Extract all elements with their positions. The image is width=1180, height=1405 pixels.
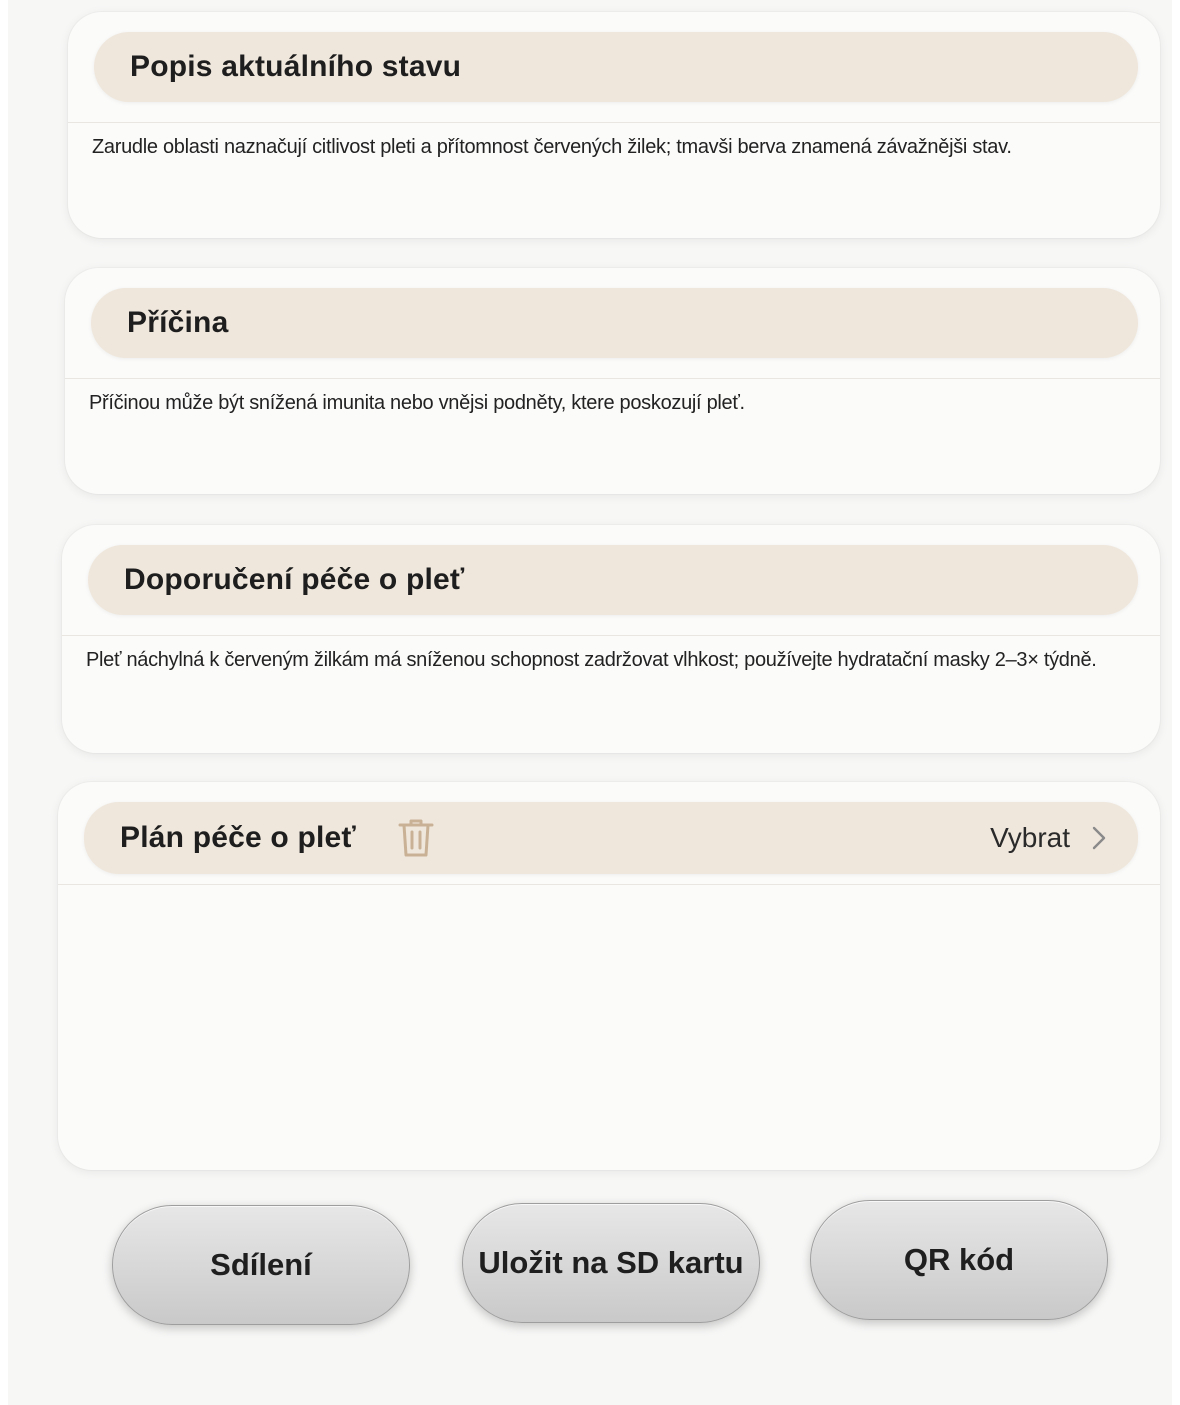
status-card: Popis aktuálního stavu Zarudle oblasti n…: [68, 12, 1160, 238]
care-plan-select-label: Vybrat: [990, 822, 1070, 853]
qr-code-button-label: QR kód: [903, 1242, 1015, 1277]
qr-code-button[interactable]: QR kód: [810, 1200, 1108, 1320]
care-recommendation-text: Pleť náchylná k červeným žilkám má sníže…: [86, 649, 1097, 671]
care-recommendation-card: Doporučení péče o pleť Pleť náchylná k č…: [62, 525, 1160, 753]
trash-icon[interactable]: [396, 818, 436, 858]
save-to-sd-button[interactable]: Uložit na SD kartu: [462, 1203, 760, 1323]
cause-card-text: Příčinou může být snížená imunita nebo v…: [89, 392, 745, 414]
save-to-sd-button-label: Uložit na SD kartu: [478, 1245, 744, 1280]
status-card-title: Popis aktuálního stavu: [130, 50, 462, 83]
status-card-text: Zarudle oblasti naznačují citlivost plet…: [92, 136, 1012, 158]
cause-card-divider: [65, 378, 1160, 379]
care-plan-content-area: [58, 885, 1160, 1170]
care-recommendation-title: Doporučení péče o pleť: [124, 563, 465, 596]
care-recommendation-header: Doporučení péče o pleť: [88, 545, 1138, 615]
page-background: Popis aktuálního stavu Zarudle oblasti n…: [8, 0, 1172, 1405]
care-plan-card: Plán péče o pleť Vybrat: [58, 782, 1160, 1170]
share-button-label: Sdílení: [210, 1247, 312, 1282]
care-plan-select[interactable]: Vybrat: [990, 822, 1106, 854]
share-button[interactable]: Sdílení: [112, 1205, 410, 1325]
cause-card: Příčina Příčinou může být snížená imunit…: [65, 268, 1160, 494]
chevron-right-icon: [1092, 826, 1106, 850]
care-plan-header: Plán péče o pleť Vybrat: [84, 802, 1138, 874]
status-card-divider: [68, 122, 1160, 123]
cause-card-title: Příčina: [127, 306, 229, 339]
care-recommendation-divider: [62, 635, 1160, 636]
status-card-header: Popis aktuálního stavu: [94, 32, 1138, 102]
cause-card-header: Příčina: [91, 288, 1138, 358]
care-plan-title: Plán péče o pleť: [120, 821, 356, 854]
